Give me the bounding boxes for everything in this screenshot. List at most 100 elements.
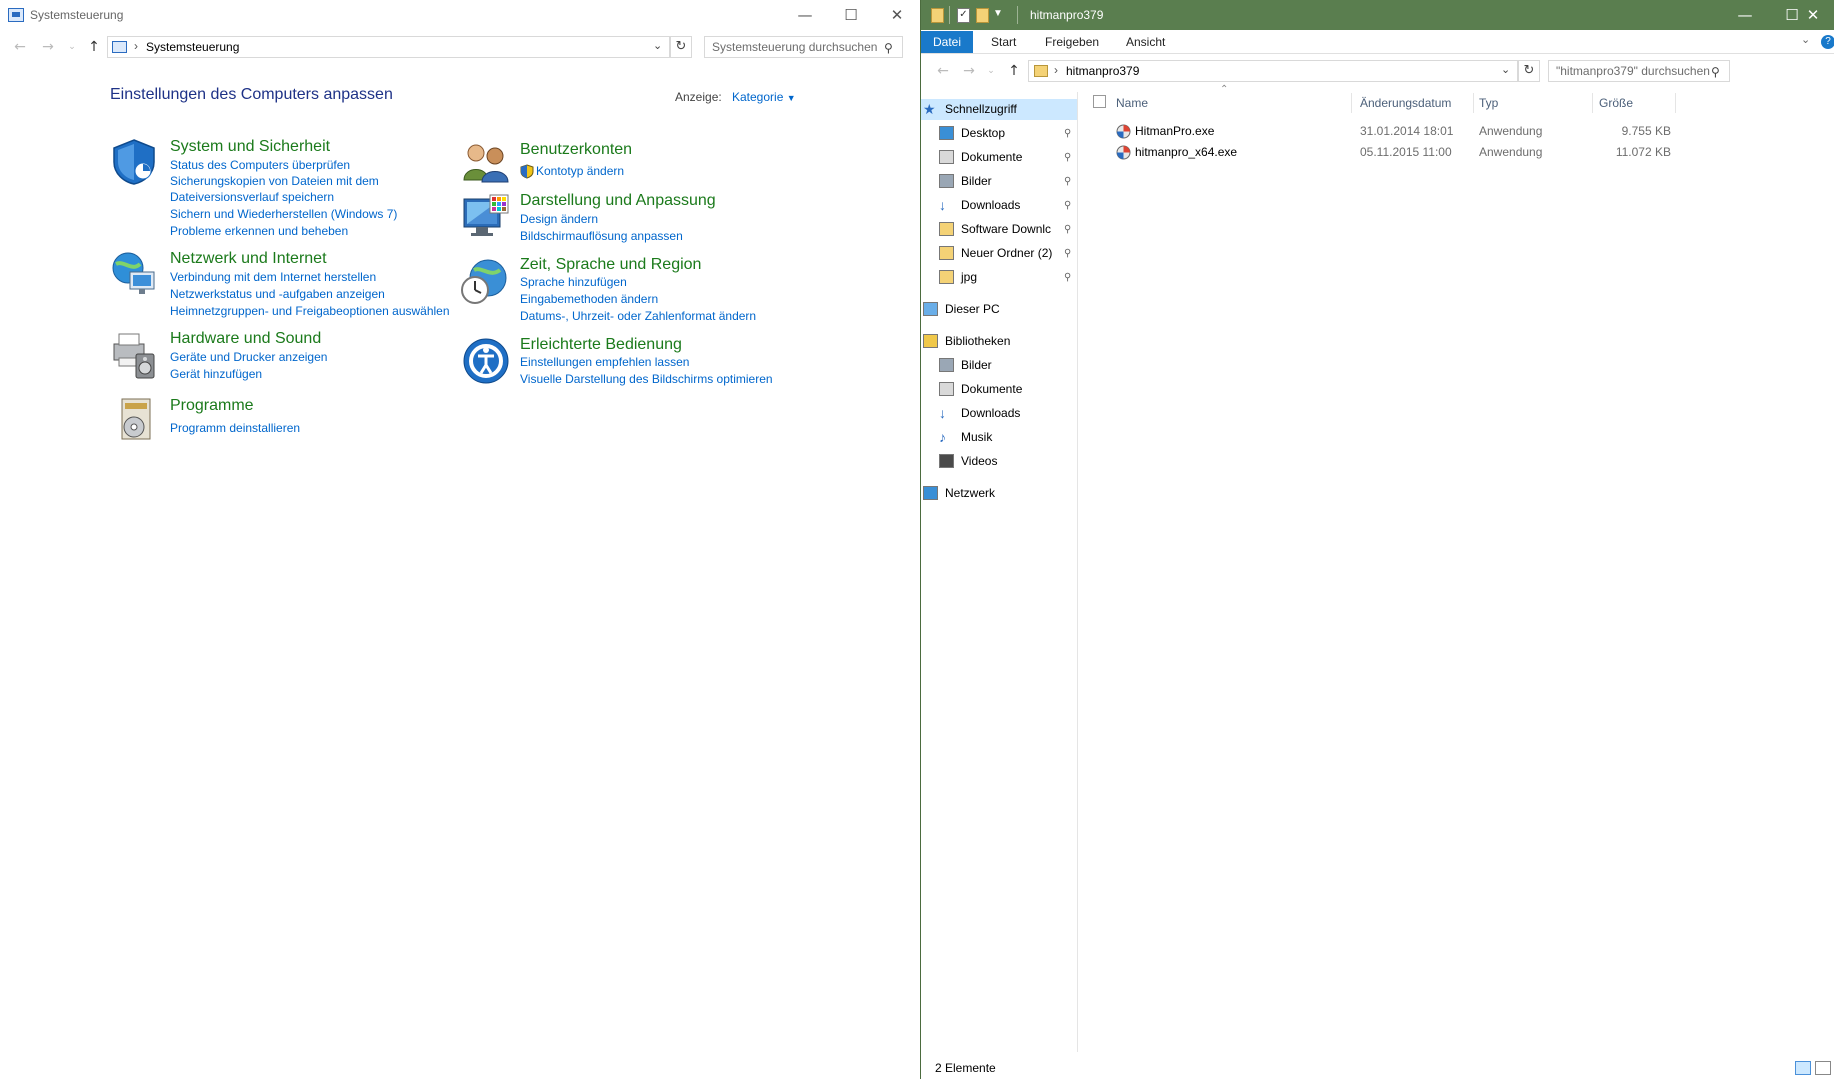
column-header-size[interactable]: Größe [1599,93,1676,113]
up-arrow-icon[interactable]: ↑ [1004,61,1024,81]
search-input[interactable]: Systemsteuerung durchsuchen [704,36,903,58]
category-title-users[interactable]: Benutzerkonten [520,141,632,159]
close-button[interactable]: ✕ [874,0,920,30]
printer-speaker-icon [113,333,155,379]
address-bar[interactable]: › hitmanpro379 ⌄ [1028,60,1518,82]
column-header-date[interactable]: Änderungsdatum [1360,93,1474,113]
link-change-account-type[interactable]: Kontotyp ändern [536,163,624,180]
category-title-programs[interactable]: Programme [170,397,254,415]
nav-item[interactable]: Netzwerk [921,483,1077,504]
link-add-device[interactable]: Gerät hinzufügen [170,366,327,383]
pin-icon[interactable]: ⚲ [1064,147,1071,168]
category-title-network[interactable]: Netzwerk und Internet [170,250,327,268]
chevron-down-icon[interactable]: ⌄ [1501,63,1510,76]
nav-item[interactable]: Dokumente ⚲ [921,147,1077,168]
pin-icon[interactable]: ⚲ [1064,219,1071,240]
select-all-checkbox[interactable] [1093,95,1106,108]
close-button[interactable]: ✕ [1791,0,1834,30]
pin-icon[interactable]: ⚲ [1064,243,1071,264]
pin-icon[interactable]: ⚲ [1064,171,1071,192]
nav-item[interactable]: Dokumente [921,379,1077,400]
link-check-status[interactable]: Status des Computers überprüfen [170,157,397,174]
category-title-appearance[interactable]: Darstellung und Anpassung [520,192,716,210]
nav-item[interactable]: ♪ Musik [921,427,1077,448]
search-icon[interactable]: ⚲ [1711,65,1720,79]
details-view-icon[interactable] [1795,1061,1811,1075]
column-header-name[interactable]: Name [1116,93,1352,113]
quick-access-dropdown-icon[interactable]: ▼ [993,8,1003,19]
column-header-type[interactable]: Typ [1479,93,1593,113]
category-title-region[interactable]: Zeit, Sprache und Region [520,256,701,274]
recent-dropdown-icon[interactable]: ⌄ [981,61,1001,81]
nav-item[interactable]: ↓ Downloads [921,403,1077,424]
link-uninstall-program[interactable]: Programm deinstallieren [170,420,300,437]
nav-item[interactable]: jpg ⚲ [921,267,1077,288]
title-bar[interactable]: Systemsteuerung — ☐ ✕ [0,0,920,30]
pin-icon[interactable]: ⚲ [1064,267,1071,288]
expand-ribbon-icon[interactable]: ⌄ [1801,33,1810,46]
link-backup-line1[interactable]: Sicherungskopien von Dateien mit dem [170,173,397,190]
refresh-icon[interactable]: ↻ [670,36,692,58]
link-screen-resolution[interactable]: Bildschirmauflösung anpassen [520,228,683,245]
network-globe-icon [112,252,155,294]
nav-item[interactable]: Bilder ⚲ [921,171,1077,192]
table-row[interactable]: HitmanPro.exe 31.01.2014 18:01 Anwendung… [1116,122,1716,140]
minimize-button[interactable]: — [1722,0,1768,30]
link-recommend-settings[interactable]: Einstellungen empfehlen lassen [520,354,773,371]
back-arrow-icon[interactable]: ← [933,61,953,81]
back-arrow-icon[interactable]: ← [10,37,30,57]
table-row[interactable]: hitmanpro_x64.exe 05.11.2015 11:00 Anwen… [1116,143,1716,161]
title-bar[interactable]: ✓ ▼ hitmanpro379 — ☐ ✕ [921,0,1834,30]
link-devices-printers[interactable]: Geräte und Drucker anzeigen [170,349,327,366]
nav-item[interactable]: Desktop ⚲ [921,123,1077,144]
pin-icon[interactable]: ⚲ [1064,195,1071,216]
large-icons-view-icon[interactable] [1815,1061,1831,1075]
pin-icon[interactable]: ⚲ [1064,123,1071,144]
address-bar[interactable]: › Systemsteuerung ⌄ [107,36,670,58]
new-folder-icon[interactable] [976,8,989,23]
link-optimize-display[interactable]: Visuelle Darstellung des Bildschirms opt… [520,371,773,388]
refresh-icon[interactable]: ↻ [1518,60,1540,82]
view-mode-dropdown[interactable]: Kategorie ▼ [732,90,796,104]
link-change-design[interactable]: Design ändern [520,211,683,228]
up-arrow-icon[interactable]: ↑ [84,37,104,57]
breadcrumb[interactable]: hitmanpro379 [1066,64,1139,78]
link-date-format[interactable]: Datums-, Uhrzeit- oder Zahlenformat ände… [520,308,756,325]
link-network-status[interactable]: Netzwerkstatus und -aufgaben anzeigen [170,286,450,303]
nav-item[interactable]: Bibliotheken [921,331,1077,352]
nav-item[interactable]: ★ Schnellzugriff [921,99,1077,120]
help-icon[interactable]: ? [1821,35,1834,49]
maximize-button[interactable]: ☐ [828,0,874,30]
caret-down-icon: ▼ [786,93,796,103]
search-icon[interactable]: ⚲ [884,41,893,55]
tab-file[interactable]: Datei [921,31,974,53]
tab-view[interactable]: Ansicht [1114,31,1177,53]
link-backup-line2[interactable]: Dateiversionsverlauf speichern [170,189,397,206]
link-backup-restore[interactable]: Sichern und Wiederherstellen (Windows 7) [170,206,397,223]
category-title-hardware[interactable]: Hardware und Sound [170,330,321,348]
accessibility-icon [463,338,509,384]
link-input-methods[interactable]: Eingabemethoden ändern [520,291,756,308]
tab-start[interactable]: Start [979,31,1028,53]
nav-item[interactable]: Software Downlc ⚲ [921,219,1077,240]
link-homegroup[interactable]: Heimnetzgruppen- und Freigabeoptionen au… [170,303,450,320]
nav-item[interactable]: Bilder [921,355,1077,376]
link-add-language[interactable]: Sprache hinzufügen [520,274,756,291]
properties-icon[interactable]: ✓ [957,8,970,23]
breadcrumb[interactable]: Systemsteuerung [146,40,239,54]
search-input[interactable]: "hitmanpro379" durchsuchen [1548,60,1730,82]
link-connect-internet[interactable]: Verbindung mit dem Internet herstellen [170,269,450,286]
forward-arrow-icon[interactable]: → [38,37,58,57]
category-title-system[interactable]: System und Sicherheit [170,138,330,156]
recent-dropdown-icon[interactable]: ⌄ [62,37,82,57]
nav-item[interactable]: Dieser PC [921,299,1077,320]
nav-item[interactable]: Videos [921,451,1077,472]
minimize-button[interactable]: — [782,0,828,30]
category-title-accessibility[interactable]: Erleichterte Bedienung [520,336,682,354]
tab-share[interactable]: Freigeben [1033,31,1111,53]
link-troubleshoot[interactable]: Probleme erkennen und beheben [170,223,397,240]
nav-item[interactable]: Neuer Ordner (2) ⚲ [921,243,1077,264]
forward-arrow-icon[interactable]: → [959,61,979,81]
nav-item[interactable]: ↓ Downloads ⚲ [921,195,1077,216]
chevron-down-icon[interactable]: ⌄ [653,39,662,52]
